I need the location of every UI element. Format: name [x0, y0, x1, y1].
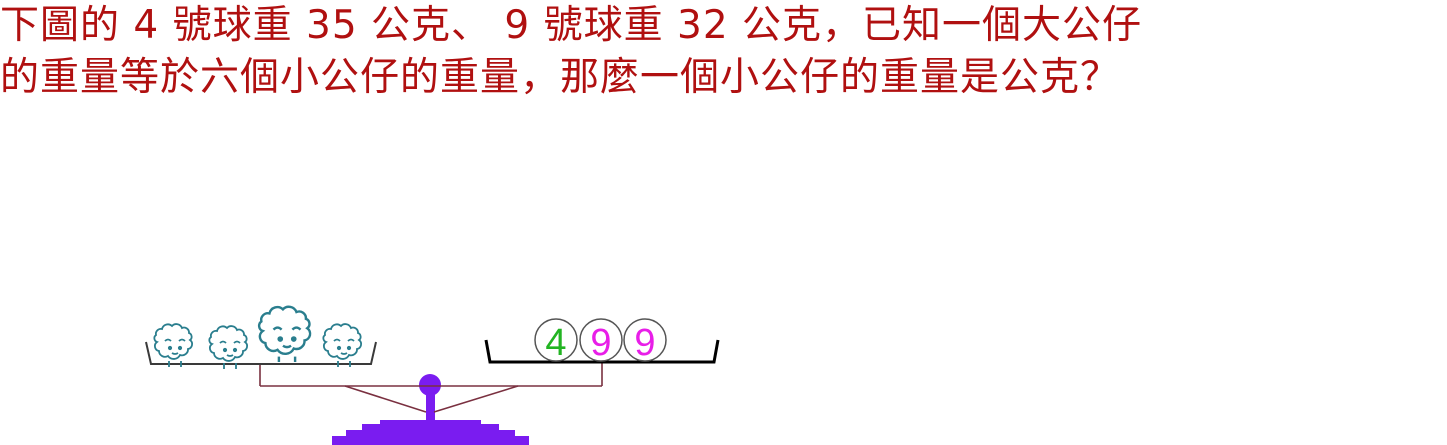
- scale-base: [332, 374, 529, 445]
- sheep-figurine-icon: [322, 323, 362, 367]
- ball-4-label: 4: [545, 322, 566, 364]
- sheep-figurine-large-icon: [257, 305, 312, 363]
- ball-9-second: 9: [623, 318, 667, 364]
- right-strut: [433, 385, 519, 413]
- base-step-3: [346, 430, 515, 437]
- scale-pivot-knob: [419, 374, 441, 396]
- right-pan-balls: 4 9 9: [534, 318, 667, 364]
- ball-9-first-label: 9: [590, 322, 611, 364]
- balance-scale-diagram: 4 9 9: [145, 305, 720, 445]
- sheep-figurine-icon: [153, 323, 193, 367]
- left-pan-figurines: [153, 305, 362, 369]
- base-step-2: [362, 424, 499, 431]
- ball-9-second-label: 9: [634, 322, 655, 364]
- base-step-4: [332, 436, 529, 445]
- ball-4: 4: [534, 318, 578, 364]
- ball-9-first: 9: [579, 318, 623, 364]
- sheep-figurine-icon: [208, 325, 248, 369]
- left-strut: [344, 385, 427, 413]
